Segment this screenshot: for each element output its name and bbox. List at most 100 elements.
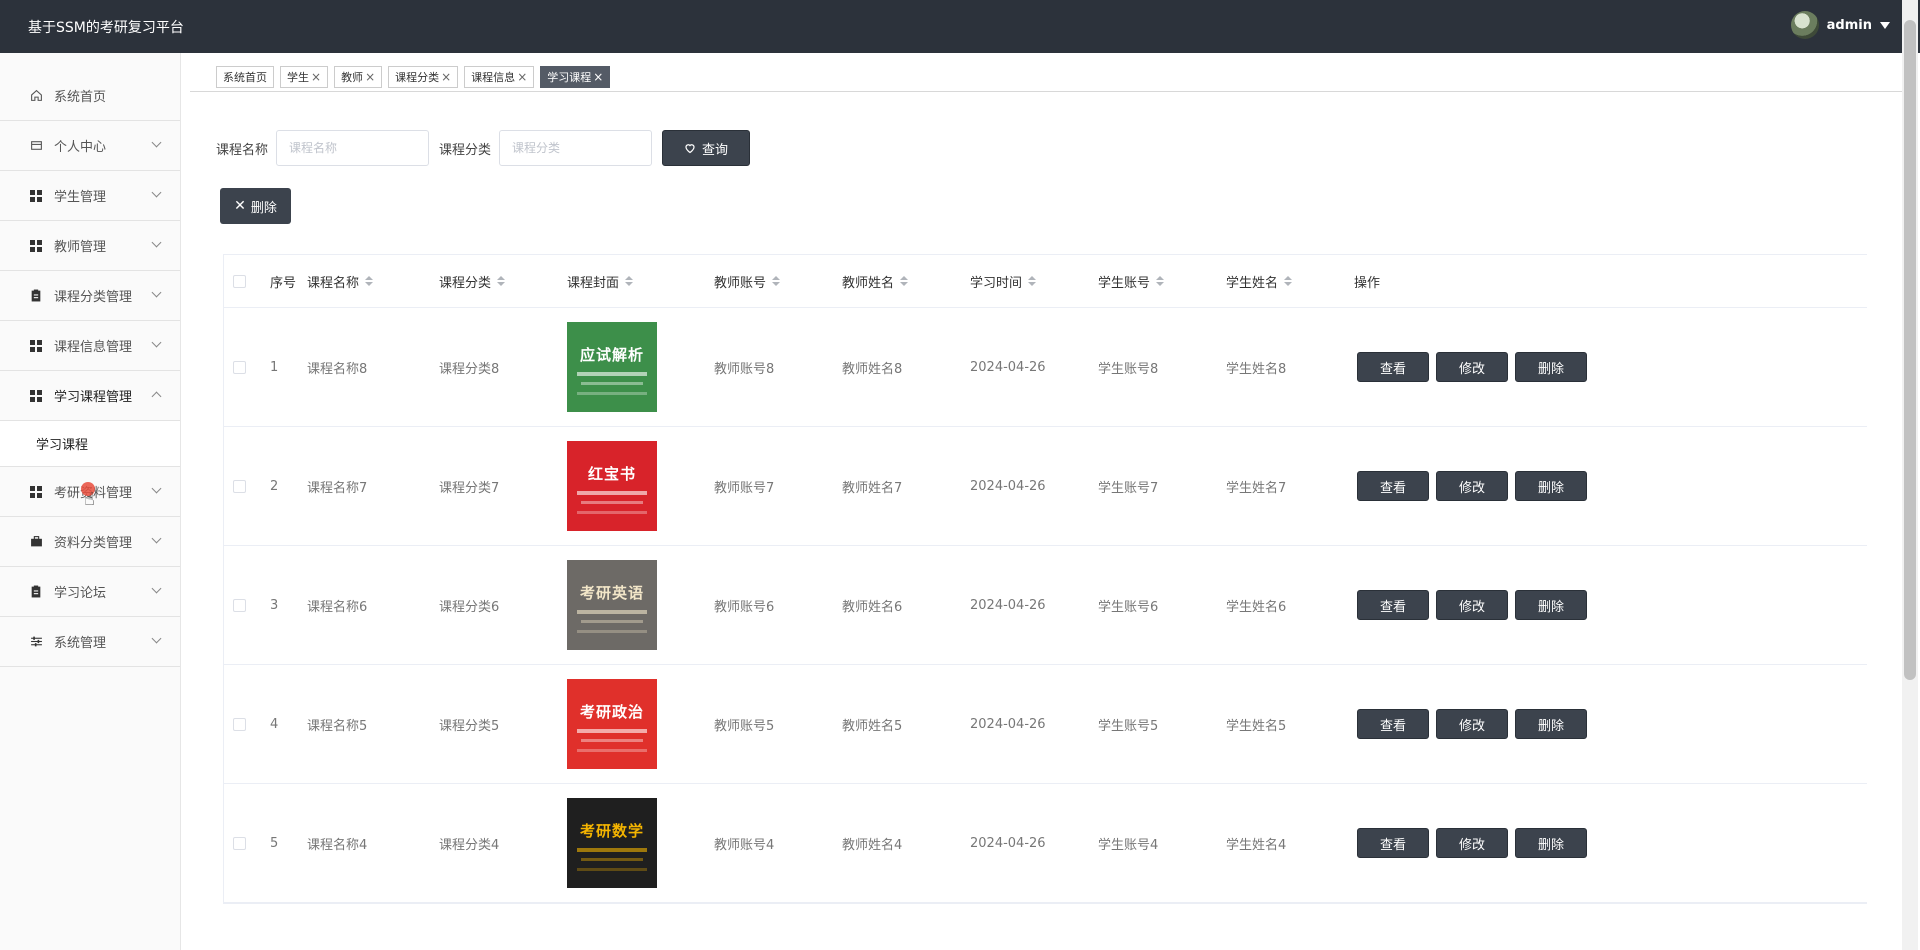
tab-1[interactable]: 学生 × [280,66,329,88]
sidebar-item-4[interactable]: 课程分类管理 [0,271,180,321]
edit-button[interactable]: 修改 [1436,590,1508,620]
grid-icon [29,389,43,403]
user-menu[interactable]: admin [1790,11,1890,39]
column-header-6[interactable]: 学习时间 [970,272,1037,291]
tab-3[interactable]: 课程分类 × [388,66,459,88]
sidebar-item-7[interactable]: 考研资料管理☝ [0,467,180,517]
sidebar-item-8[interactable]: 资料分类管理 [0,517,180,567]
cell-student-name: 学生姓名5 [1226,718,1287,734]
edit-button[interactable]: 修改 [1436,352,1508,382]
sidebar-item-2[interactable]: 学生管理 [0,171,180,221]
chevron-up-icon [151,391,162,402]
submenu-item-study-course[interactable]: 学习课程 [0,421,180,467]
cell-index: 4 [270,716,279,732]
tab-5[interactable]: 学习课程 × [540,66,611,88]
scrollbar-thumb[interactable] [1904,20,1916,680]
avatar[interactable] [1790,11,1819,39]
row-checkbox[interactable] [233,360,246,374]
course-cover-image[interactable]: 红宝书 [567,441,657,531]
column-header-7[interactable]: 学生账号 [1098,272,1165,291]
query-button[interactable]: 查询 [662,130,751,166]
card-icon [29,139,43,153]
sidebar-item-label: 系统首页 [54,90,107,105]
chevron-down-icon [151,583,162,594]
tab-label: 系统首页 [223,71,267,84]
close-icon[interactable]: × [441,70,451,84]
column-header-8[interactable]: 学生姓名 [1226,272,1293,291]
course-cover-image[interactable]: 应试解析 [567,322,657,412]
username[interactable]: admin [1827,18,1872,33]
sort-icon[interactable] [497,276,506,286]
view-button[interactable]: 查看 [1357,590,1429,620]
sidebar-item-6[interactable]: 学习课程管理 [0,371,180,421]
sidebar-item-1[interactable]: 个人中心 [0,121,180,171]
delete-button[interactable]: 删除 [1515,828,1587,858]
hand-cursor-icon: ☝ [84,489,95,510]
close-icon[interactable]: × [365,70,375,84]
column-header-5[interactable]: 教师姓名 [842,272,909,291]
tab-2[interactable]: 教师 × [334,66,383,88]
view-button[interactable]: 查看 [1357,352,1429,382]
sort-icon[interactable] [1028,276,1037,286]
course-cover-image[interactable]: 考研政治 [567,679,657,769]
course-cover-image[interactable]: 考研数学 [567,798,657,888]
sidebar-item-10[interactable]: 系统管理 [0,617,180,667]
sort-icon[interactable] [900,276,909,286]
delete-button[interactable]: 删除 [1515,352,1587,382]
sidebar-item-label: 系统管理 [54,636,107,651]
row-checkbox[interactable] [233,598,246,612]
grid-icon [29,239,43,253]
cover-cell: 红宝书 [567,441,657,531]
batch-delete-label: 删除 [250,200,277,216]
row-checkbox[interactable] [233,836,246,850]
select-all-checkbox[interactable] [233,274,246,288]
edit-button[interactable]: 修改 [1436,471,1508,501]
cover-cell: 应试解析 [567,322,657,412]
delete-button[interactable]: 删除 [1515,471,1587,501]
row-checkbox[interactable] [233,479,246,493]
column-header-3[interactable]: 课程封面 [567,272,634,291]
column-header-4[interactable]: 教师账号 [714,272,781,291]
sidebar-item-3[interactable]: 教师管理 [0,221,180,271]
edit-button[interactable]: 修改 [1436,828,1508,858]
close-icon[interactable]: × [593,70,603,84]
view-button[interactable]: 查看 [1357,471,1429,501]
header-checkbox-cell [233,274,246,288]
sidebar-item-0[interactable]: 系统首页 [0,71,180,121]
sort-icon[interactable] [365,276,374,286]
delete-button[interactable]: 删除 [1515,590,1587,620]
tab-4[interactable]: 课程信息 × [464,66,535,88]
actions-cell: 查看 修改 删除 [1357,828,1587,858]
tab-bar: 系统首页 学生 × 教师 × 课程分类 × 课程信息 × 学习课程 × [216,66,611,88]
actions-cell: 查看 修改 删除 [1357,352,1587,382]
course-cover-image[interactable]: 考研英语 [567,560,657,650]
table-row: 2 课程名称7 课程分类7 红宝书 教师账号7 教师姓名7 2024-04-26 学生账号7 学… [224,427,1867,546]
row-checkbox[interactable] [233,717,246,731]
close-icon[interactable]: × [517,70,527,84]
sidebar-item-5[interactable]: 课程信息管理 [0,321,180,371]
caret-down-icon[interactable] [1880,21,1890,29]
course-name-input[interactable] [276,130,430,166]
sort-icon[interactable] [772,276,781,286]
sort-icon[interactable] [625,276,634,286]
cell-category: 课程分类7 [439,480,500,496]
sidebar-item-9[interactable]: 学习论坛 [0,567,180,617]
column-header-1[interactable]: 课程名称 [307,272,374,291]
heart-icon [685,144,695,154]
view-button[interactable]: 查看 [1357,709,1429,739]
view-button[interactable]: 查看 [1357,828,1429,858]
sidebar-item-label: 个人中心 [54,140,107,155]
chevron-down-icon [151,237,162,248]
tab-0[interactable]: 系统首页 [216,66,274,88]
course-category-input[interactable] [499,130,653,166]
actions-cell: 查看 修改 删除 [1357,709,1587,739]
sort-icon[interactable] [1284,276,1293,286]
column-header-label: 操作 [1354,275,1381,291]
batch-delete-button[interactable]: ✕ 删除 [220,188,291,224]
cell-student-name: 学生姓名8 [1226,361,1287,377]
column-header-2[interactable]: 课程分类 [439,272,506,291]
close-icon[interactable]: × [311,70,321,84]
sort-icon[interactable] [1156,276,1165,286]
edit-button[interactable]: 修改 [1436,709,1508,739]
delete-button[interactable]: 删除 [1515,709,1587,739]
